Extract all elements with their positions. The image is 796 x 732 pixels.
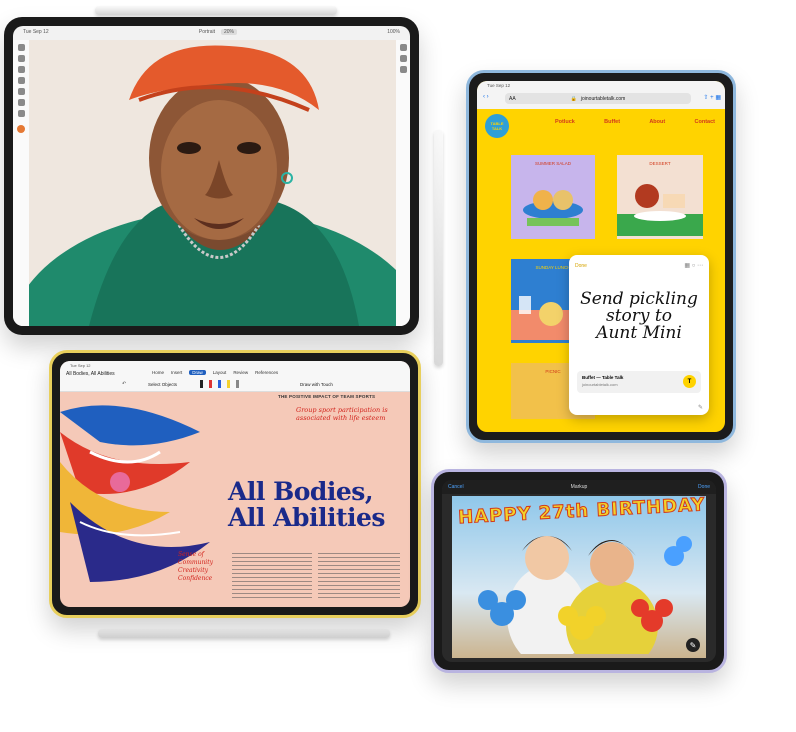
eraser-tool-icon[interactable] <box>17 55 25 62</box>
link-url: joinourtabletalk.com <box>582 382 618 387</box>
ipad-yellow-screen: Tue Sep 12 All Bodies, All Abilities Hom… <box>60 361 410 607</box>
tab-home[interactable]: Home <box>152 370 164 375</box>
site-logo[interactable]: TABLE TALK <box>485 114 509 138</box>
tab-insert[interactable]: Insert <box>171 370 182 375</box>
pen-red-icon[interactable] <box>209 380 212 388</box>
headline-line-2: All Abilities <box>228 503 386 532</box>
quick-note-panel[interactable]: Done ▦ ○ ⋯ Send pickling story to Aunt M… <box>569 255 709 415</box>
draw-with-touch-button[interactable]: Draw with Touch <box>300 382 333 387</box>
article-body-column-1 <box>232 553 312 599</box>
margin-note-item-2: Creativity <box>178 567 209 574</box>
pen-blue-icon[interactable] <box>218 380 221 388</box>
article-kicker: THE POSITIVE IMPACT OF TEAM SPORTS <box>278 394 376 399</box>
undo-icon[interactable]: ↶ <box>122 381 126 387</box>
lock-icon: 🔒 <box>570 95 577 102</box>
status-time: Tue Sep 12 <box>70 362 91 368</box>
headline-line-1: All Bodies, <box>228 477 374 506</box>
status-bar: Tue Sep 12 Portrait 20% 100% <box>13 26 410 38</box>
safari-toolbar: Tue Sep 12 ‹ › AA 🔒 joinourtabletalk.com… <box>477 81 725 109</box>
markup-title: Markup <box>570 484 588 490</box>
ipad-yellow: Tue Sep 12 All Bodies, All Abilities Hom… <box>49 350 421 618</box>
link-title: Buffet — Table Talk <box>582 375 624 380</box>
markup-pen-button[interactable]: ✎ <box>686 638 700 652</box>
ipad-blue-screen: Tue Sep 12 ‹ › AA 🔒 joinourtabletalk.com… <box>477 81 725 432</box>
nav-buffet[interactable]: Buffet <box>604 119 620 125</box>
pencil-tool-icon[interactable] <box>236 380 239 388</box>
birthday-photo: HAPPY 27th BIRTHDAY!!! ✎ <box>452 496 706 658</box>
article-headline: All Bodies, All Abilities <box>228 477 386 532</box>
ipad-pro: Tue Sep 12 Portrait 20% 100% <box>4 17 419 335</box>
text-tool-icon[interactable] <box>17 110 25 117</box>
tab-draw[interactable]: Draw <box>189 370 206 375</box>
ipad-pro-screen: Tue Sep 12 Portrait 20% 100% <box>13 26 410 326</box>
linked-page-card[interactable]: Buffet — Table Talk joinourtabletalk.com… <box>577 371 701 393</box>
selection-tool-icon[interactable] <box>17 88 25 95</box>
highlighter-icon[interactable] <box>227 380 230 388</box>
word-toolbar: Tue Sep 12 All Bodies, All Abilities Hom… <box>60 361 410 392</box>
fill-tool-icon[interactable] <box>17 77 25 84</box>
properties-icon[interactable] <box>399 55 407 62</box>
compose-icon[interactable]: ✎ <box>698 404 703 411</box>
nav-about[interactable]: About <box>649 119 665 125</box>
margin-annotation: Sense of Community Creativity Confidence <box>178 551 213 583</box>
nav-potluck[interactable]: Potluck <box>555 119 575 125</box>
layers-icon[interactable] <box>399 44 407 51</box>
food-card-1[interactable]: SUMMER SALAD <box>511 155 595 239</box>
margin-note-item-1: Community <box>178 559 214 566</box>
apple-pencil-top <box>95 6 337 15</box>
ribbon-tabs: Home Insert Draw Layout Review Reference… <box>152 370 278 375</box>
margin-note-item-3: Confidence <box>178 575 213 582</box>
status-time: Tue Sep 12 <box>487 83 511 88</box>
handwritten-annotation: Group sport participation is associated … <box>296 406 388 422</box>
article-body-column-2 <box>318 553 400 599</box>
tool-sidebar <box>13 40 29 326</box>
markup-header: Cancel Markup Done <box>442 480 716 494</box>
tab-review[interactable]: Review <box>233 370 248 375</box>
ipad-mini-screen: Cancel Markup Done HAPPY 27th BIRTHDAY!!… <box>442 480 716 662</box>
tab-references[interactable]: References <box>255 370 278 375</box>
food-card-2[interactable]: DESSERT <box>617 155 703 239</box>
layer-sidebar <box>396 40 410 326</box>
ipad-blue: Tue Sep 12 ‹ › AA 🔒 joinourtabletalk.com… <box>466 70 736 443</box>
back-icon[interactable]: ‹ › <box>483 94 489 100</box>
pen-tray <box>200 380 239 388</box>
margin-note-title: Sense of <box>178 551 204 558</box>
done-button[interactable]: Done <box>698 484 710 490</box>
reader-button[interactable]: AA <box>509 96 516 102</box>
comments-icon[interactable] <box>399 66 407 73</box>
url-text: joinourtabletalk.com <box>580 95 626 102</box>
share-icon[interactable]: ⇧ + ▦ <box>703 94 721 101</box>
apple-pencil-bottom <box>98 629 390 638</box>
nav-contact[interactable]: Contact <box>695 119 715 125</box>
smudge-tool-icon[interactable] <box>17 66 25 73</box>
note-toolbar-icons[interactable]: ▦ ○ ⋯ <box>684 262 703 269</box>
apple-pencil-vertical <box>434 130 443 366</box>
ipad-mini: Cancel Markup Done HAPPY 27th BIRTHDAY!!… <box>431 469 727 673</box>
document-name[interactable]: All Bodies, All Abilities <box>66 371 115 377</box>
color-swatch[interactable] <box>17 125 25 133</box>
note-done-button[interactable]: Done <box>575 263 587 269</box>
pen-black-icon[interactable] <box>200 380 203 388</box>
site-nav: Potluck Buffet About Contact <box>555 119 715 125</box>
link-badge: T <box>683 375 696 388</box>
note-line-3: Aunt Mini <box>596 323 682 343</box>
tab-layout[interactable]: Layout <box>213 370 227 375</box>
zoom-badge: 20% <box>221 29 238 35</box>
select-objects-button[interactable]: Select Objects <box>148 382 177 387</box>
brush-tool-icon[interactable] <box>17 44 25 51</box>
portrait-artwork <box>29 40 396 326</box>
status-time: Tue Sep 12 <box>23 29 49 35</box>
handwritten-note: Send pickling story to Aunt Mini <box>575 291 703 342</box>
battery-level: 100% <box>387 29 401 35</box>
address-bar[interactable]: AA 🔒 joinourtabletalk.com <box>505 93 691 104</box>
transform-tool-icon[interactable] <box>17 99 25 106</box>
doc-title[interactable]: Portrait <box>199 29 215 35</box>
